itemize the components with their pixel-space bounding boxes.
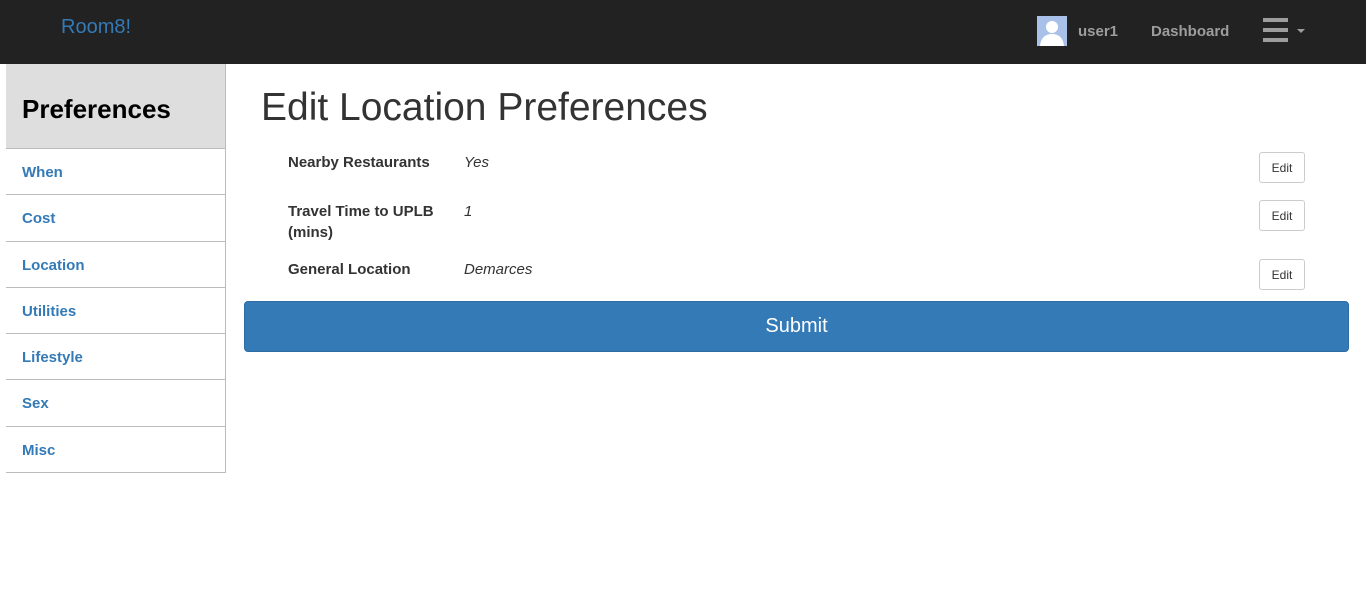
dashboard-link[interactable]: Dashboard [1151,23,1229,40]
sidebar-title: Preferences [22,94,171,124]
pref-label-nearby-restaurants: Nearby Restaurants [288,154,430,171]
pref-value-travel-time: 1 [464,203,473,220]
sidebar-item-misc[interactable]: Misc [6,427,225,474]
brand-link[interactable]: Room8! [61,16,131,39]
sidebar-item-location[interactable]: Location [6,242,225,288]
pref-label-general-location: General Location [288,261,411,278]
edit-general-location-button[interactable]: Edit [1259,259,1305,290]
edit-travel-time-button[interactable]: Edit [1259,200,1305,231]
pref-label-travel-time: Travel Time to UPLB (mins) [288,203,434,241]
sidebar-header: Preferences [6,64,225,149]
menu-dropdown-toggle[interactable] [1263,18,1307,46]
pref-value-general-location: Demarces [464,261,533,278]
sidebar-item-lifestyle[interactable]: Lifestyle [6,334,225,381]
edit-nearby-restaurants-button[interactable]: Edit [1259,152,1305,183]
preferences-sidebar: Preferences When Cost Location Utilities… [6,64,226,474]
sidebar-item-utilities[interactable]: Utilities [6,288,225,335]
user-avatar-icon[interactable] [1037,16,1067,46]
caret-down-icon [1297,29,1305,33]
sidebar-item-cost[interactable]: Cost [6,195,225,242]
page-title: Edit Location Preferences [261,86,708,129]
sidebar-item-when[interactable]: When [6,149,225,196]
submit-button[interactable]: Submit [244,301,1349,352]
top-navbar: Room8! user1 Dashboard [0,0,1366,64]
hamburger-icon [1263,18,1288,42]
sidebar-item-sex[interactable]: Sex [6,380,225,427]
pref-value-nearby-restaurants: Yes [464,154,490,171]
username-link[interactable]: user1 [1078,23,1118,40]
